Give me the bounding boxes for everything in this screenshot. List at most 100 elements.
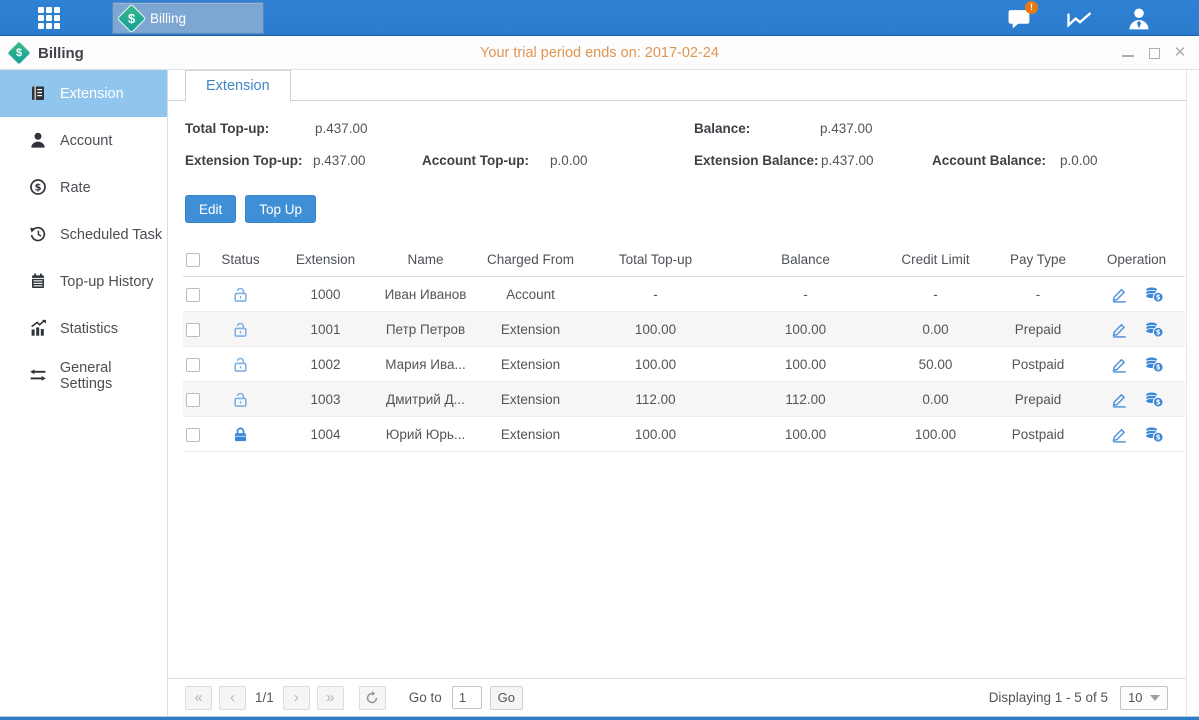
- first-page-button[interactable]: «: [185, 686, 212, 710]
- charged-from-cell: Extension: [478, 322, 583, 337]
- pay-type-cell: Prepaid: [988, 322, 1088, 337]
- topup-extension-icon[interactable]: $: [1144, 321, 1164, 338]
- goto-label: Go to: [409, 690, 442, 705]
- edit-extension-icon[interactable]: [1110, 356, 1128, 373]
- table-row: 1001 Петр Петров Extension 100.00 100.00…: [183, 312, 1185, 347]
- total-topup-cell: 100.00: [583, 427, 728, 442]
- balance-cell: 100.00: [728, 322, 883, 337]
- svg-text:$: $: [1155, 328, 1160, 336]
- refresh-icon[interactable]: [359, 686, 386, 710]
- total-topup-value: p.437.00: [315, 121, 368, 136]
- extension-cell: 1001: [278, 322, 373, 337]
- edit-extension-icon[interactable]: [1110, 391, 1128, 408]
- last-page-button[interactable]: »: [317, 686, 344, 710]
- sidebar-item-general-settings[interactable]: General Settings: [0, 352, 167, 399]
- sliders-icon: [29, 366, 48, 385]
- tab-extension[interactable]: Extension: [185, 70, 291, 102]
- edit-extension-icon[interactable]: [1110, 426, 1128, 443]
- row-checkbox[interactable]: [186, 358, 200, 372]
- page-size-value: 10: [1128, 690, 1142, 705]
- account-topup-value: p.0.00: [550, 153, 588, 168]
- row-select-cell: [183, 391, 203, 406]
- lock-open-icon[interactable]: [203, 391, 278, 408]
- col-total-topup: Total Top-up: [583, 252, 728, 267]
- notification-badge: !: [1025, 1, 1038, 14]
- name-cell: Дмитрий Д...: [373, 392, 478, 407]
- svg-text:$: $: [1155, 363, 1160, 371]
- edit-extension-icon[interactable]: [1110, 321, 1128, 338]
- operation-cell: $: [1088, 391, 1185, 408]
- col-balance: Balance: [728, 252, 883, 267]
- lock-closed-icon[interactable]: [203, 426, 278, 443]
- sidebar-item-label: General Settings: [60, 360, 167, 392]
- sidebar-item-label: Extension: [60, 86, 124, 102]
- chat-icon[interactable]: !: [1005, 5, 1033, 31]
- edit-extension-icon[interactable]: [1110, 286, 1128, 303]
- prev-page-button[interactable]: ‹: [219, 686, 246, 710]
- billing-summary: Total Top-up: p.437.00 Balance: p.437.00…: [168, 101, 1186, 186]
- next-page-button[interactable]: ›: [283, 686, 310, 710]
- rate-icon: $: [29, 178, 48, 197]
- sidebar-item-label: Rate: [60, 180, 91, 196]
- pay-type-cell: Postpaid: [988, 427, 1088, 442]
- go-button[interactable]: Go: [490, 686, 523, 710]
- user-icon[interactable]: [1125, 5, 1153, 31]
- lock-open-icon[interactable]: [203, 321, 278, 338]
- sidebar-item-label: Scheduled Task: [60, 227, 162, 243]
- window-title-group: $ Billing: [10, 36, 84, 70]
- edit-button[interactable]: Edit: [185, 195, 236, 223]
- topup-extension-icon[interactable]: $: [1144, 286, 1164, 303]
- col-pay-type: Pay Type: [988, 252, 1088, 267]
- extension-topup-value: p.437.00: [313, 153, 366, 168]
- lock-open-icon[interactable]: [203, 286, 278, 303]
- sidebar-item-statistics[interactable]: Statistics: [0, 305, 167, 352]
- window-title: Billing: [38, 45, 84, 62]
- select-all-cell: [183, 252, 203, 267]
- top-up-button[interactable]: Top Up: [245, 195, 316, 223]
- stats-icon: [29, 319, 48, 338]
- sidebar-item-account[interactable]: Account: [0, 117, 167, 164]
- charged-from-cell: Account: [478, 287, 583, 302]
- app-grid-icon[interactable]: [38, 7, 64, 29]
- row-checkbox[interactable]: [186, 323, 200, 337]
- pay-type-cell: -: [988, 287, 1088, 302]
- sidebar: Extension Account $ Rate Scheduled Task …: [0, 70, 168, 716]
- minimize-button[interactable]: [1121, 46, 1135, 60]
- extension-cell: 1000: [278, 287, 373, 302]
- window-bottom-edge: [0, 716, 1199, 720]
- extension-cell: 1002: [278, 357, 373, 372]
- total-topup-cell: -: [583, 287, 728, 302]
- topup-extension-icon[interactable]: $: [1144, 426, 1164, 443]
- name-cell: Иван Иванов: [373, 287, 478, 302]
- chart-icon[interactable]: [1065, 5, 1093, 31]
- sidebar-item-rate[interactable]: $ Rate: [0, 164, 167, 211]
- page-size-select[interactable]: 10: [1120, 686, 1168, 710]
- row-checkbox[interactable]: [186, 393, 200, 407]
- row-select-cell: [183, 356, 203, 371]
- row-checkbox[interactable]: [186, 288, 200, 302]
- table-row: 1002 Мария Ива... Extension 100.00 100.0…: [183, 347, 1185, 382]
- sidebar-item-top-up-history[interactable]: Top-up History: [0, 258, 167, 305]
- select-all-checkbox[interactable]: [186, 253, 200, 267]
- name-cell: Мария Ива...: [373, 357, 478, 372]
- taskbar-billing-item[interactable]: $ Billing: [112, 2, 264, 34]
- topup-extension-icon[interactable]: $: [1144, 391, 1164, 408]
- sidebar-item-extension[interactable]: Extension: [0, 70, 167, 117]
- balance-value: p.437.00: [820, 121, 873, 136]
- row-select-cell: [183, 321, 203, 336]
- page-indicator: 1/1: [255, 690, 274, 705]
- topup-extension-icon[interactable]: $: [1144, 356, 1164, 373]
- close-button[interactable]: ✕: [1173, 46, 1187, 60]
- goto-page-input[interactable]: [452, 686, 482, 709]
- col-charged-from: Charged From: [478, 252, 583, 267]
- col-extension: Extension: [278, 252, 373, 267]
- balance-cell: -: [728, 287, 883, 302]
- lock-open-icon[interactable]: [203, 356, 278, 373]
- row-checkbox[interactable]: [186, 428, 200, 442]
- pagination-bar: « ‹ 1/1 › » Go to Go Displaying 1 - 5 of…: [168, 678, 1186, 716]
- sidebar-item-scheduled-task[interactable]: Scheduled Task: [0, 211, 167, 258]
- tab-strip: Extension: [168, 70, 1186, 101]
- pay-type-cell: Prepaid: [988, 392, 1088, 407]
- account-balance-label: Account Balance:: [932, 153, 1046, 168]
- maximize-button[interactable]: [1147, 46, 1161, 60]
